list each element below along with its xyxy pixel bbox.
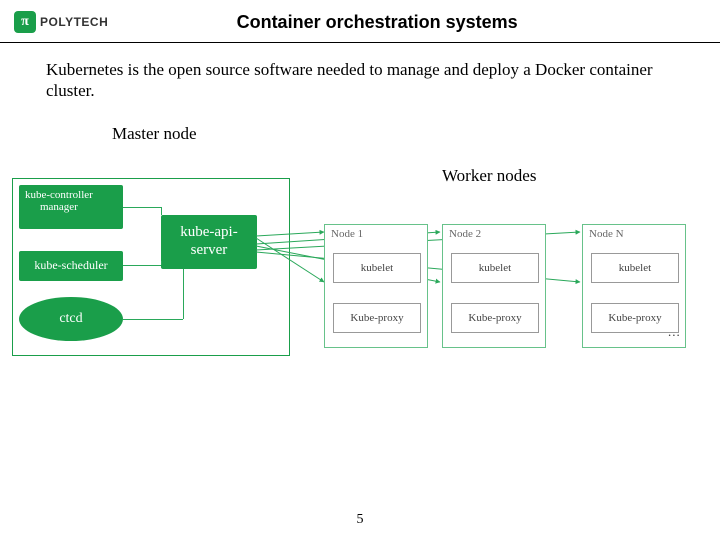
architecture-diagram: kube-controller manager kube-scheduler c… [10, 172, 710, 392]
master-node-label: Master node [112, 124, 197, 144]
page-title: Container orchestration systems [108, 12, 706, 33]
kubelet-box: kubelet [333, 253, 421, 283]
page-number: 5 [0, 512, 720, 528]
etcd-ellipse: ctcd [19, 297, 123, 341]
kube-proxy-box: Kube-proxy [333, 303, 421, 333]
kube-api-server-box: kube-api- server [161, 215, 257, 269]
kubelet-box: kubelet [451, 253, 539, 283]
logo-badge-icon: π [14, 11, 36, 33]
kube-scheduler-box: kube-scheduler [19, 251, 123, 281]
logo: π POLYTECH [14, 11, 108, 33]
node-title: Node N [583, 225, 685, 240]
master-node-box: kube-controller manager kube-scheduler c… [12, 178, 290, 356]
logo-text: POLYTECH [40, 15, 108, 29]
kube-proxy-box: Kube-proxy [591, 303, 679, 333]
ellipsis: ... [668, 324, 681, 340]
intro-paragraph: Kubernetes is the open source software n… [0, 43, 720, 102]
header: π POLYTECH Container orchestration syste… [0, 0, 720, 42]
node-title: Node 1 [325, 225, 427, 240]
node-title: Node 2 [443, 225, 545, 240]
kubelet-box: kubelet [591, 253, 679, 283]
worker-nodes-group: Node 1 kubelet Kube-proxy Node 2 kubelet… [324, 224, 696, 354]
worker-node-2: Node 2 kubelet Kube-proxy [442, 224, 546, 348]
section-labels: Master node Worker nodes [0, 102, 720, 172]
kube-controller-manager-box: kube-controller manager [19, 185, 123, 229]
worker-node-1: Node 1 kubelet Kube-proxy [324, 224, 428, 348]
kube-proxy-box: Kube-proxy [451, 303, 539, 333]
